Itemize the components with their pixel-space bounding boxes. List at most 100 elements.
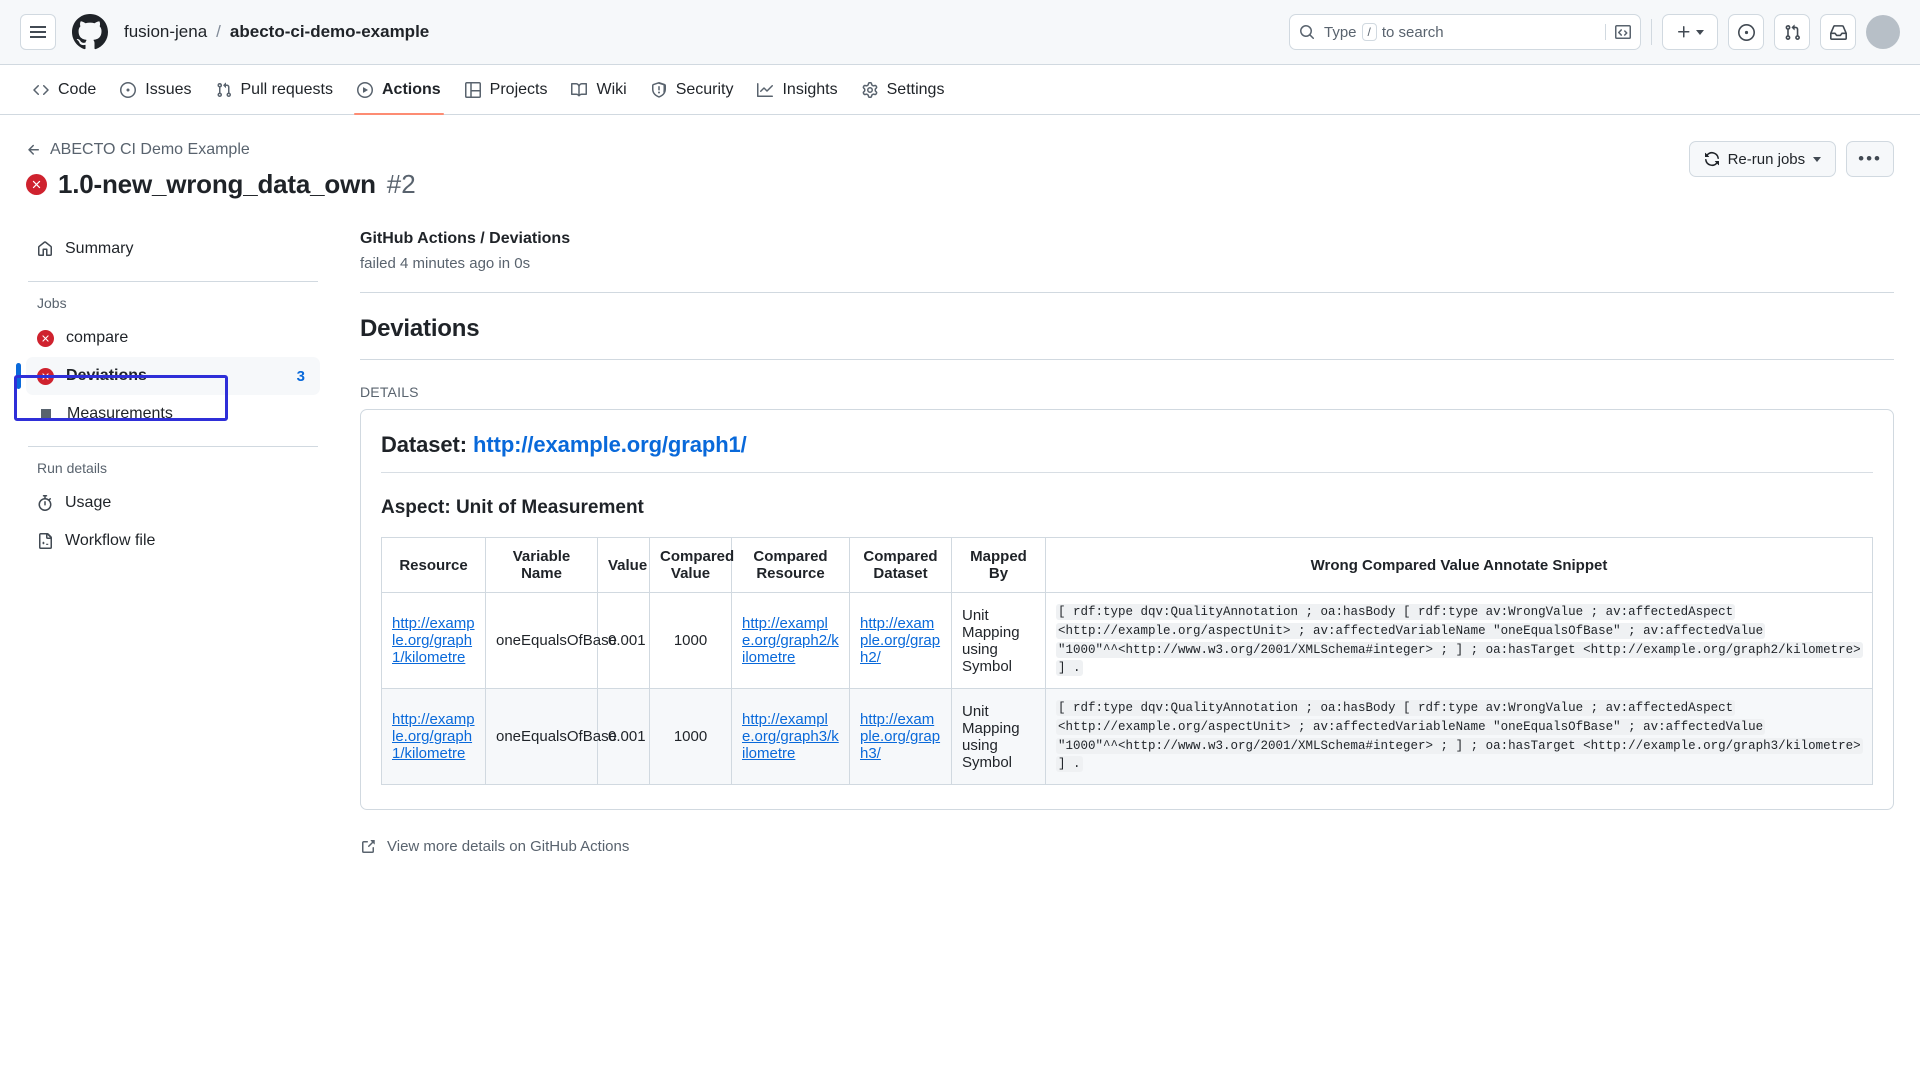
repo-tab-settings-label: Settings — [886, 80, 945, 98]
sidebar-item-summary[interactable]: Summary — [26, 230, 320, 268]
create-new-button[interactable] — [1662, 14, 1718, 50]
search-placeholder-prefix: Type — [1324, 23, 1357, 41]
run-overflow-menu-button[interactable]: ••• — [1846, 141, 1894, 177]
job-header: GitHub Actions / Deviations failed 4 min… — [360, 230, 1894, 272]
repo-tab-insights[interactable]: Insights — [746, 65, 848, 114]
repo-tab-security[interactable]: Security — [640, 65, 745, 114]
re-run-jobs-button[interactable]: Re-run jobs — [1688, 141, 1837, 177]
view-more-details-label: View more details on GitHub Actions — [387, 838, 630, 855]
repo-tab-issues-label: Issues — [145, 80, 192, 98]
table-row: http://example.org/graph1/kilometre oneE… — [381, 688, 1873, 785]
graph-icon — [757, 82, 774, 97]
workflow-file-icon — [39, 533, 52, 549]
project-icon — [464, 81, 481, 98]
sidebar-item-deviations[interactable]: Deviations 3 — [16, 357, 320, 395]
cell-resource: http://example.org/graph1/kilometre — [381, 688, 486, 785]
repo-tab-code[interactable]: Code — [22, 65, 107, 114]
repo-tab-settings[interactable]: Settings — [851, 65, 956, 114]
sidebar-item-deviations-label: Deviations — [66, 367, 147, 384]
link-external-icon — [362, 839, 375, 853]
sidebar-run-details-heading: Run details — [37, 460, 108, 476]
snippet-text: [ rdf:type dqv:QualityAnnotation ; oa:ha… — [1056, 604, 1863, 677]
hamburger-menu-icon[interactable] — [20, 14, 56, 50]
git-pull-request-icon — [1785, 24, 1800, 40]
run-status-failure-icon — [26, 174, 47, 195]
arrow-left-icon — [28, 144, 39, 155]
command-palette-icon[interactable] — [1605, 24, 1631, 40]
sidebar-jobs-heading: Jobs — [37, 295, 67, 311]
gear-icon — [862, 81, 878, 98]
run-header-actions: Re-run jobs ••• — [1688, 141, 1894, 177]
sidebar-item-measurements-label: Measurements — [67, 405, 173, 422]
breadcrumb-repo[interactable]: abecto-ci-demo-example — [230, 22, 429, 42]
view-more-details-link[interactable]: View more details on GitHub Actions — [360, 838, 1894, 855]
compared-dataset-link[interactable]: http://example.org/graph3/ — [860, 711, 940, 762]
re-run-jobs-label: Re-run jobs — [1727, 150, 1806, 168]
sidebar-item-compare[interactable]: compare — [26, 319, 320, 357]
avatar[interactable] — [1866, 15, 1900, 49]
sidebar-item-workflow-file[interactable]: Workflow file — [26, 522, 320, 560]
sidebar-divider-2 — [28, 446, 318, 447]
cell-resource: http://example.org/graph1/kilometre — [381, 592, 486, 689]
github-logo-icon[interactable] — [72, 14, 108, 50]
notifications-inbox-button[interactable] — [1820, 14, 1856, 50]
cell-mapped-by: Unit Mapping using Symbol — [951, 592, 1046, 689]
search-input[interactable]: Type / to search — [1289, 14, 1641, 50]
aspect-heading: Aspect: Unit of Measurement — [381, 497, 644, 518]
dataset-divider — [381, 472, 1873, 473]
dataset-url-link[interactable]: http://example.org/graph1/ — [473, 432, 747, 457]
deviations-table: Resource Variable Name Value Compared Va… — [381, 537, 1873, 785]
compared-resource-link[interactable]: http://example.org/graph3/kilometre — [742, 711, 839, 762]
sidebar-item-measurements[interactable]: Measurements — [26, 395, 320, 433]
page-title: 1.0-new_wrong_data_own — [58, 169, 376, 199]
resource-link[interactable]: http://example.org/graph1/kilometre — [392, 711, 475, 762]
compared-dataset-link[interactable]: http://example.org/graph2/ — [860, 615, 940, 666]
global-header: fusion-jena / abecto-ci-demo-example Typ… — [0, 0, 1920, 65]
col-compared-resource: Compared Resource — [731, 537, 850, 593]
resource-link[interactable]: http://example.org/graph1/kilometre — [392, 615, 475, 666]
sidebar-item-usage[interactable]: Usage — [26, 484, 320, 522]
code-icon — [33, 84, 49, 95]
sidebar-divider-1 — [28, 281, 318, 282]
header-right-group: Type / to search — [1289, 14, 1900, 50]
table-row: http://example.org/graph1/kilometre oneE… — [381, 592, 1873, 689]
col-snippet: Wrong Compared Value Annotate Snippet — [1045, 537, 1873, 593]
cell-snippet: [ rdf:type dqv:QualityAnnotation ; oa:ha… — [1045, 592, 1873, 689]
pull-requests-button[interactable] — [1774, 14, 1810, 50]
sidebar-item-workflow-file-label: Workflow file — [65, 532, 156, 549]
breadcrumb-owner[interactable]: fusion-jena — [124, 22, 207, 42]
dataset-prefix: Dataset: — [381, 432, 468, 457]
section-title: Deviations — [360, 315, 480, 342]
cell-variable-name: oneEqualsOfBase — [485, 688, 617, 785]
cell-compared-resource: http://example.org/graph3/kilometre — [731, 688, 850, 785]
chevron-down-icon — [1696, 29, 1704, 35]
shield-icon — [651, 81, 666, 98]
repo-tab-issues[interactable]: Issues — [109, 65, 202, 114]
snippet-text: [ rdf:type dqv:QualityAnnotation ; oa:ha… — [1056, 700, 1863, 773]
compared-resource-link[interactable]: http://example.org/graph2/kilometre — [742, 615, 839, 666]
cell-compared-dataset: http://example.org/graph3/ — [849, 688, 952, 785]
inbox-icon — [1829, 24, 1847, 40]
page-body: ABECTO CI Demo Example 1.0-new_wrong_dat… — [0, 115, 1920, 855]
skipped-status-icon — [41, 409, 51, 419]
sidebar-item-usage-label: Usage — [65, 494, 112, 511]
issues-button[interactable] — [1728, 14, 1764, 50]
back-to-workflow-link[interactable]: ABECTO CI Demo Example — [26, 141, 416, 159]
cell-snippet: [ rdf:type dqv:QualityAnnotation ; oa:ha… — [1045, 688, 1873, 785]
job-status-line: failed 4 minutes ago in 0s — [360, 255, 531, 272]
deviations-card: Dataset: http://example.org/graph1/ Aspe… — [360, 409, 1894, 810]
search-placeholder: Type / to search — [1324, 23, 1444, 41]
header-divider — [1651, 19, 1652, 45]
col-value: Value — [597, 537, 650, 593]
repo-tab-actions-label: Actions — [382, 80, 441, 98]
sidebar-item-summary-label: Summary — [65, 240, 134, 257]
book-icon — [571, 82, 588, 96]
repo-tab-actions[interactable]: Actions — [346, 65, 452, 115]
repo-tab-projects[interactable]: Projects — [454, 65, 559, 114]
repo-tab-wiki[interactable]: Wiki — [560, 65, 637, 114]
section-title-divider — [360, 359, 1894, 360]
cell-compared-value: 1000 — [649, 592, 732, 689]
content-columns: Summary Jobs compare Deviations 3 Measur… — [14, 230, 1894, 855]
repo-tab-pull-requests[interactable]: Pull requests — [205, 65, 345, 114]
back-link-label: ABECTO CI Demo Example — [50, 141, 250, 158]
